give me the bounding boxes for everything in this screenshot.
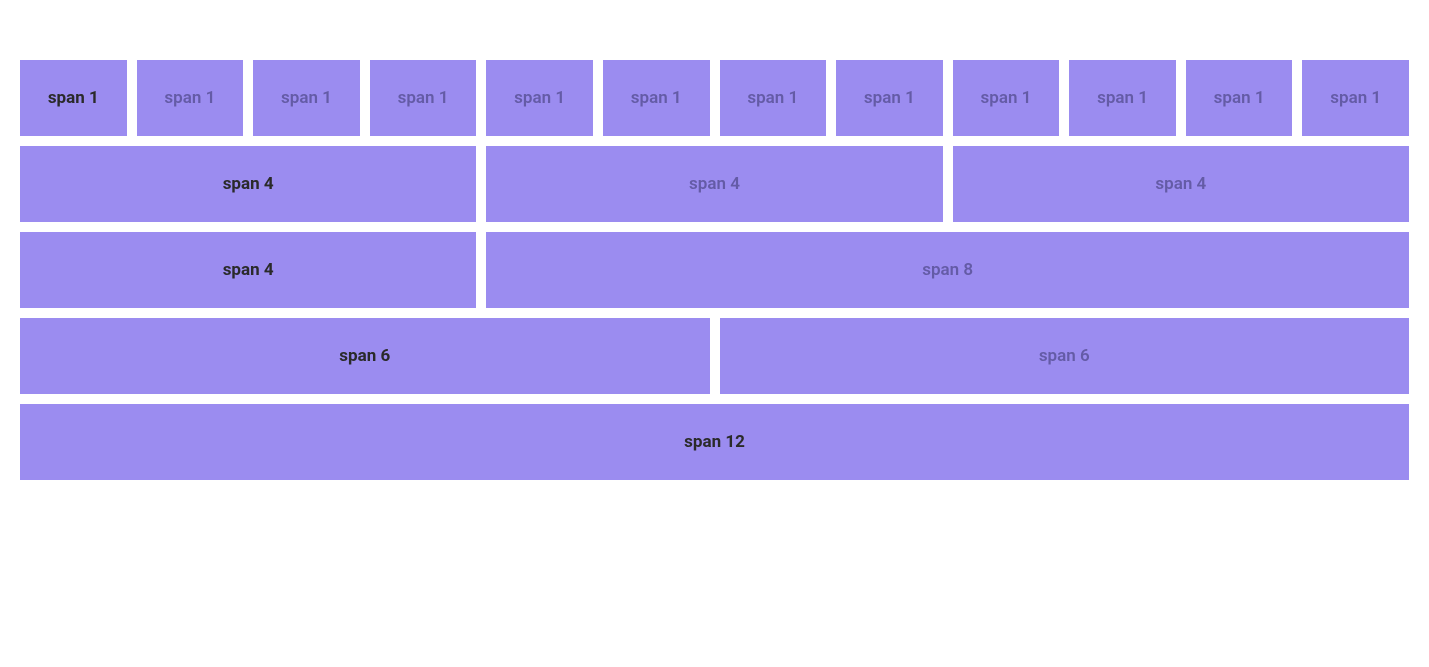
grid-row: span 12 [20, 404, 1409, 480]
grid-row: span 6 span 6 [20, 318, 1409, 394]
grid-cell: span 6 [720, 318, 1410, 394]
grid-cell: span 1 [603, 60, 710, 136]
grid-cell: span 1 [253, 60, 360, 136]
grid-cell: span 1 [1069, 60, 1176, 136]
grid-cell: span 6 [20, 318, 710, 394]
grid-row: span 4 span 8 [20, 232, 1409, 308]
grid-cell: span 1 [20, 60, 127, 136]
grid-cell: span 1 [1186, 60, 1293, 136]
grid-cell: span 1 [1302, 60, 1409, 136]
grid-cell: span 8 [486, 232, 1409, 308]
grid-cell: span 1 [720, 60, 827, 136]
grid-cell: span 12 [20, 404, 1409, 480]
grid-cell: span 1 [137, 60, 244, 136]
grid-cell: span 1 [370, 60, 477, 136]
grid-cell: span 4 [953, 146, 1409, 222]
grid-row: span 1 span 1 span 1 span 1 span 1 span … [20, 60, 1409, 136]
grid-demo-container: span 1 span 1 span 1 span 1 span 1 span … [20, 60, 1409, 480]
grid-row: span 4 span 4 span 4 [20, 146, 1409, 222]
grid-cell: span 1 [486, 60, 593, 136]
grid-cell: span 4 [486, 146, 942, 222]
grid-cell: span 4 [20, 232, 476, 308]
grid-cell: span 1 [953, 60, 1060, 136]
grid-cell: span 4 [20, 146, 476, 222]
grid-cell: span 1 [836, 60, 943, 136]
